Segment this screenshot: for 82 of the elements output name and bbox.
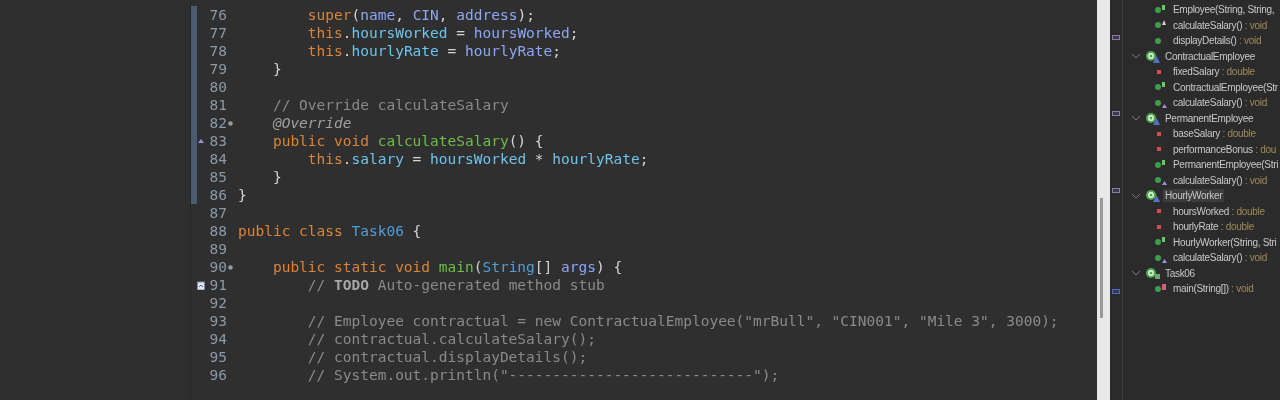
code-line: public static void main(String[] args) { [271,258,623,276]
line-number: 90 [208,258,227,276]
code-line: public void calculateSalary() { [271,132,544,150]
line-number: 79 [208,60,227,78]
line-number: 82 [208,114,227,132]
outline-item[interactable]: displayDetails() : void [1171,34,1264,48]
field-icon [1157,209,1161,214]
method-icon [1155,177,1161,184]
code-line: @Override [271,114,352,132]
outline-item[interactable]: performanceBonus : dou [1171,142,1278,156]
outline-item[interactable]: calculateSalary() : void [1171,251,1269,265]
code-line: } [271,60,282,78]
line-number: 96 [208,366,227,384]
chevron-icon[interactable] [1131,191,1141,200]
code-line: // Override calculateSalary [271,96,509,114]
method-icon [1155,22,1161,29]
line-number: 88 [208,222,227,240]
field-icon [1157,224,1161,229]
line-number: 93 [208,312,227,330]
fold-dot-icon[interactable] [228,264,233,270]
outline-item[interactable]: calculateSalary() : void [1171,96,1269,110]
class-icon [1145,189,1160,203]
line-number: 89 [208,240,227,258]
outline-item[interactable]: calculateSalary() : void [1171,173,1269,187]
outline-class[interactable]: Task06 [1163,266,1197,280]
method-icon [1155,239,1161,246]
line-number: 91 [208,276,227,294]
code-line: this.hoursWorked = hoursWorked; [306,24,579,42]
code-line: this.salary = hoursWorked * hourlyRate; [306,150,649,168]
code-line: public class Task06 { [238,222,422,240]
outline-item[interactable]: main(String[]) : void [1171,282,1256,296]
line-number: 95 [208,348,227,366]
method-icon [1155,37,1161,44]
code-line: // contractual.displayDetails(); [306,348,588,366]
outline-item[interactable]: calculateSalary() : void [1171,18,1269,32]
code-line: } [238,186,247,204]
outline-item[interactable]: HourlyWorker(String, Stri [1171,235,1279,249]
line-number: 80 [208,78,227,96]
method-icon [1155,285,1161,292]
line-number: 87 [208,204,227,222]
chevron-icon[interactable] [1131,269,1141,278]
chevron-icon[interactable] [1131,52,1141,61]
method-icon [1155,6,1161,13]
field-icon [1157,147,1161,152]
fold-dot-icon[interactable] [228,120,233,126]
line-number: 84 [208,150,227,168]
outline-item[interactable]: hourlyRate : double [1171,220,1257,234]
method-icon [1155,99,1161,106]
line-number: 94 [208,330,227,348]
outline-item[interactable]: Employee(String, String, [1171,3,1277,17]
outline-item[interactable]: baseSalary : double [1171,127,1258,141]
outline-class[interactable]: PermanentEmployee [1163,111,1256,125]
code-line: } [271,168,282,186]
method-icon [1155,254,1161,261]
code-line: // System.out.println("----------------------------"); [306,366,780,384]
vertical-scrollbar[interactable] [1097,0,1110,400]
outline-item[interactable]: PermanentEmployee(Stri [1171,158,1280,172]
code-line: // Employee contractual = new ContractualEmployee("mrBull", "CIN001", "Mile 3", 3000); [306,312,1059,330]
outline-item[interactable]: ContractualEmployee(Str [1171,80,1280,94]
method-icon [1155,84,1161,91]
line-number: 83 [208,132,227,150]
line-number: 92 [208,294,227,312]
code-line: // contractual.calculateSalary(); [306,330,596,348]
field-icon [1157,131,1161,136]
chevron-icon[interactable] [1131,114,1141,123]
outline-class[interactable]: HourlyWorker [1163,189,1225,203]
field-icon [1157,69,1161,74]
class-icon [1145,111,1160,125]
method-icon [1155,161,1161,168]
code-line: super(name, CIN, address); [306,6,535,24]
line-number: 85 [208,168,227,186]
line-number: 86 [208,186,227,204]
code-line: this.hourlyRate = hourlyRate; [306,42,562,60]
line-number: 81 [208,96,227,114]
outline-class[interactable]: ContractualEmployee [1163,49,1257,63]
class-icon [1145,49,1160,63]
outline-item[interactable]: hoursWorked : double [1171,204,1267,218]
outline-item[interactable]: fixedSalary : double [1171,65,1257,79]
code-line: // TODO Auto-generated method stub [306,276,605,294]
line-number: 76 [208,6,227,24]
line-number: 78 [208,42,227,60]
line-number: 77 [208,24,227,42]
